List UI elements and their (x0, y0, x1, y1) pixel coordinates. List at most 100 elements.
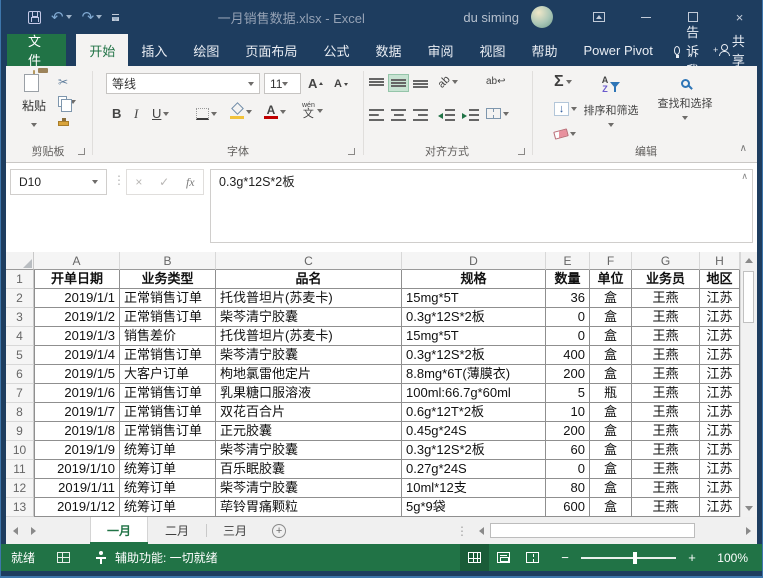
increase-indent-button[interactable] (460, 106, 481, 124)
col-header-C[interactable]: C (216, 252, 402, 270)
cell-F3[interactable]: 盒 (590, 308, 632, 327)
cell-D4[interactable]: 15mg*5T (402, 327, 546, 346)
user-name[interactable]: du siming (463, 10, 519, 25)
sheet-tab-january[interactable]: 一月 (90, 517, 149, 544)
cell-D6[interactable]: 8.8mg*6T(薄膜衣) (402, 365, 546, 384)
ribbon-tab-power-pivot[interactable]: Power Pivot (571, 34, 666, 66)
zoom-in-button[interactable]: + (684, 550, 700, 565)
page-layout-view-button[interactable] (489, 544, 518, 571)
col-header-D[interactable]: D (402, 252, 546, 270)
row-header-12[interactable]: 12 (6, 479, 34, 498)
cell-B10[interactable]: 统筹订单 (120, 441, 216, 460)
align-center-button[interactable] (388, 106, 409, 124)
cell-B3[interactable]: 正常销售订单 (120, 308, 216, 327)
normal-view-button[interactable] (460, 544, 489, 571)
previous-sheet-button[interactable] (6, 517, 24, 544)
alignment-dialog-launcher-icon[interactable] (518, 148, 525, 155)
align-left-button[interactable] (366, 106, 387, 124)
cell-A13[interactable]: 2019/1/12 (34, 498, 120, 517)
cell-D12[interactable]: 10ml*12支 (402, 479, 546, 498)
autosum-button[interactable]: Σ (554, 74, 572, 90)
cell-G12[interactable]: 王燕 (632, 479, 700, 498)
orientation-dropdown-icon[interactable] (452, 80, 459, 84)
cut-button[interactable]: ✂ (58, 74, 76, 89)
cell-G13[interactable]: 王燕 (632, 498, 700, 517)
cell-D13[interactable]: 5g*9袋 (402, 498, 546, 517)
cell-A6[interactable]: 2019/1/5 (34, 365, 120, 384)
ribbon-tab-insert[interactable]: 插入 (128, 34, 180, 66)
increase-font-size-button[interactable]: A (308, 76, 324, 91)
cell-C13[interactable]: 荜铃胃痛颗粒 (216, 498, 402, 517)
col-header-F[interactable]: F (590, 252, 632, 270)
paste-dropdown-icon[interactable] (31, 123, 37, 127)
borders-dropdown-icon[interactable] (211, 112, 217, 116)
underline-dropdown-icon[interactable] (163, 111, 170, 116)
cell-G4[interactable]: 王燕 (632, 327, 700, 346)
cell-H13[interactable]: 江苏 (700, 498, 740, 517)
cell-G5[interactable]: 王燕 (632, 346, 700, 365)
cell-F4[interactable]: 盒 (590, 327, 632, 346)
cell-B1[interactable]: 业务类型 (120, 270, 216, 289)
sort-filter-button[interactable]: AZ 排序和筛选 (580, 72, 642, 130)
find-select-dropdown-icon[interactable] (682, 116, 688, 120)
cell-F2[interactable]: 盒 (590, 289, 632, 308)
font-name-dropdown-icon[interactable] (248, 81, 254, 86)
cell-F13[interactable]: 盒 (590, 498, 632, 517)
cell-H10[interactable]: 江苏 (700, 441, 740, 460)
font-size-dropdown-icon[interactable] (282, 81, 289, 86)
cell-F6[interactable]: 盒 (590, 365, 632, 384)
macro-record-icon[interactable] (57, 552, 71, 563)
cell-C7[interactable]: 乳果糖口服溶液 (216, 384, 402, 403)
cell-D10[interactable]: 0.3g*12S*2板 (402, 441, 546, 460)
cell-D8[interactable]: 0.6g*12T*2板 (402, 403, 546, 422)
underline-button[interactable]: U (152, 106, 170, 121)
cell-D2[interactable]: 15mg*5T (402, 289, 546, 308)
cell-B11[interactable]: 统筹订单 (120, 460, 216, 479)
cell-A8[interactable]: 2019/1/7 (34, 403, 120, 422)
align-bottom-button[interactable] (410, 74, 431, 92)
name-box[interactable]: D10 (10, 169, 107, 195)
fill-color-dropdown-icon[interactable] (246, 109, 252, 114)
cell-C8[interactable]: 双花百合片 (216, 403, 402, 422)
formula-input[interactable]: 0.3g*12S*2板 (210, 169, 753, 243)
tab-splitter-handle[interactable]: ⋮ (452, 517, 472, 544)
cell-H7[interactable]: 江苏 (700, 384, 740, 403)
row-header-13[interactable]: 13 (6, 498, 34, 517)
undo-dropdown-icon[interactable] (65, 15, 72, 19)
cell-C2[interactable]: 托伐普坦片(苏麦卡) (216, 289, 402, 308)
col-header-E[interactable]: E (546, 252, 590, 270)
cell-B4[interactable]: 销售差价 (120, 327, 216, 346)
cell-G2[interactable]: 王燕 (632, 289, 700, 308)
cell-A5[interactable]: 2019/1/4 (34, 346, 120, 365)
cell-G7[interactable]: 王燕 (632, 384, 700, 403)
merge-dropdown-icon[interactable] (503, 111, 509, 116)
fill-color-button[interactable] (230, 102, 252, 119)
cell-F11[interactable]: 盒 (590, 460, 632, 479)
cell-G3[interactable]: 王燕 (632, 308, 700, 327)
cell-E5[interactable]: 400 (546, 346, 590, 365)
cell-A2[interactable]: 2019/1/1 (34, 289, 120, 308)
cell-A11[interactable]: 2019/1/10 (34, 460, 120, 479)
undo-button[interactable]: ↶ (51, 10, 72, 25)
cell-D3[interactable]: 0.3g*12S*2板 (402, 308, 546, 327)
cell-C6[interactable]: 枸地氯雷他定片 (216, 365, 402, 384)
cell-F10[interactable]: 盒 (590, 441, 632, 460)
font-name-select[interactable]: 等线 (106, 73, 260, 94)
row-header-8[interactable]: 8 (6, 403, 34, 422)
cell-E7[interactable]: 5 (546, 384, 590, 403)
cell-E12[interactable]: 80 (546, 479, 590, 498)
cell-E9[interactable]: 200 (546, 422, 590, 441)
cell-B6[interactable]: 大客户订单 (120, 365, 216, 384)
cell-D9[interactable]: 0.45g*24S (402, 422, 546, 441)
cell-H6[interactable]: 江苏 (700, 365, 740, 384)
vertical-scrollbar-thumb[interactable] (743, 271, 754, 323)
cell-E8[interactable]: 10 (546, 403, 590, 422)
page-break-view-button[interactable] (518, 544, 547, 571)
cancel-button[interactable]: × (135, 175, 142, 189)
cell-G10[interactable]: 王燕 (632, 441, 700, 460)
row-header-6[interactable]: 6 (6, 365, 34, 384)
align-top-button[interactable] (366, 74, 387, 92)
cell-C9[interactable]: 正元胶囊 (216, 422, 402, 441)
sheet-tab-march[interactable]: 三月 (206, 517, 264, 544)
redo-button[interactable]: ↷ (82, 10, 103, 25)
